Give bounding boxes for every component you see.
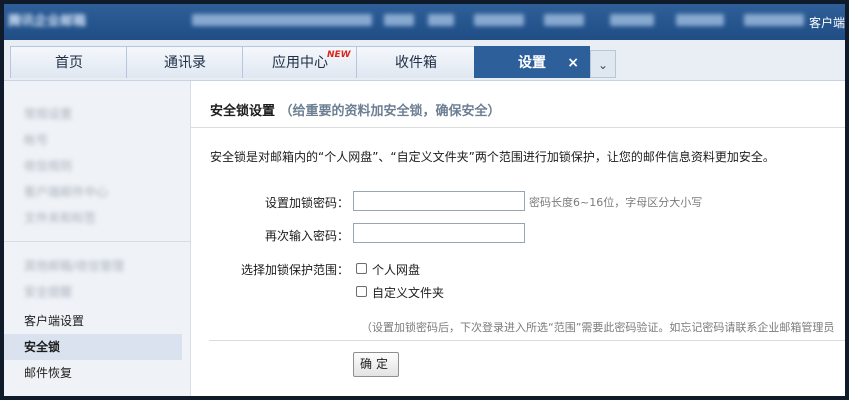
header-link[interactable] — [744, 14, 804, 26]
password-label: 设置加锁密码： — [264, 196, 349, 210]
sidebar-item-mail-recovery[interactable]: 邮件恢复 — [4, 360, 182, 386]
tab-home[interactable]: 首页 — [10, 46, 128, 78]
tab-inbox[interactable]: 收件箱 — [356, 46, 476, 78]
client-link[interactable]: 客户端 — [809, 14, 845, 31]
sidebar-item[interactable]: 客户端邮件中心 — [4, 179, 182, 205]
sidebar-item[interactable]: 帐号 — [4, 127, 182, 153]
custom-folder-label[interactable]: 自定义文件夹 — [372, 284, 444, 301]
confirm-button[interactable]: 确定 — [353, 352, 399, 377]
title-text: 安全锁设置 — [210, 104, 276, 119]
header-link[interactable] — [610, 14, 654, 26]
lock-note: （设置加锁密码后，下次登录进入所选“范围”需要此密码验证。如忘记密码请联系企业邮… — [361, 321, 835, 334]
description-text: 安全锁是对邮箱内的“个人网盘”、“自定义文件夹”两个范围进行加锁保护，让您的邮件… — [210, 150, 775, 164]
settings-sidebar: 常规设置 帐号 收信规则 客户端邮件中心 文件夹和标签 其他邮箱/收信管理 安全… — [4, 81, 191, 396]
sidebar-item-security-lock[interactable]: 安全锁 — [4, 334, 182, 360]
tab-label: 通讯录 — [164, 55, 206, 71]
custom-folder-checkbox[interactable] — [356, 286, 367, 297]
password-field[interactable] — [353, 191, 525, 211]
tab-label: 应用中心 — [272, 55, 328, 71]
sidebar-divider — [4, 241, 190, 242]
personal-disk-label[interactable]: 个人网盘 — [372, 261, 420, 278]
tab-contacts[interactable]: 通讯录 — [126, 46, 244, 78]
logo: 腾讯企业邮箱 — [8, 14, 87, 29]
divider — [209, 340, 845, 341]
header-link[interactable] — [474, 14, 524, 26]
settings-content: 安全锁设置 （给重要的资料加安全锁，确保安全） 安全锁是对邮箱内的“个人网盘”、… — [191, 81, 845, 396]
tab-settings[interactable]: 设置 × — [474, 46, 590, 78]
scope-label: 选择加锁保护范围： — [240, 263, 349, 277]
sidebar-item[interactable]: 安全提醒 — [4, 279, 182, 305]
sidebar-item-client-settings[interactable]: 客户端设置 — [4, 308, 182, 334]
user-info — [192, 14, 372, 26]
confirm-password-label: 再次输入密码： — [264, 229, 349, 243]
tab-label: 收件箱 — [395, 55, 437, 71]
header-link[interactable] — [384, 14, 414, 26]
new-badge: NEW — [327, 50, 351, 60]
sidebar-item[interactable]: 文件夹和标签 — [4, 205, 182, 231]
header-link[interactable] — [428, 14, 454, 26]
app-window: 腾讯企业邮箱 客户端 首页 通讯录 应用中心 NEW 收件箱 设置 × ⌄ 常规… — [4, 4, 845, 396]
close-icon[interactable]: × — [567, 47, 579, 79]
header-link[interactable] — [544, 14, 584, 26]
personal-disk-checkbox[interactable] — [356, 263, 367, 274]
page-title: 安全锁设置 （给重要的资料加安全锁，确保安全） — [210, 100, 501, 119]
header-link[interactable] — [676, 14, 724, 26]
chevron-down-icon[interactable]: ⌄ — [590, 50, 616, 78]
tab-bar: 首页 通讯录 应用中心 NEW 收件箱 设置 × ⌄ — [4, 40, 845, 81]
sidebar-item[interactable]: 其他邮箱/收信管理 — [4, 253, 182, 279]
divider — [191, 127, 845, 128]
tab-label: 首页 — [55, 55, 83, 71]
password-hint: 密码长度6~16位，字母区分大小写 — [529, 196, 703, 209]
tab-app-center[interactable]: 应用中心 NEW — [242, 46, 358, 78]
title-subtitle: （给重要的资料加安全锁，确保安全） — [279, 104, 501, 119]
tab-label: 设置 — [518, 55, 546, 71]
top-header: 腾讯企业邮箱 客户端 — [4, 4, 845, 40]
confirm-password-field[interactable] — [353, 223, 525, 243]
sidebar-item[interactable]: 常规设置 — [4, 101, 182, 127]
sidebar-item[interactable]: 收信规则 — [4, 153, 182, 179]
